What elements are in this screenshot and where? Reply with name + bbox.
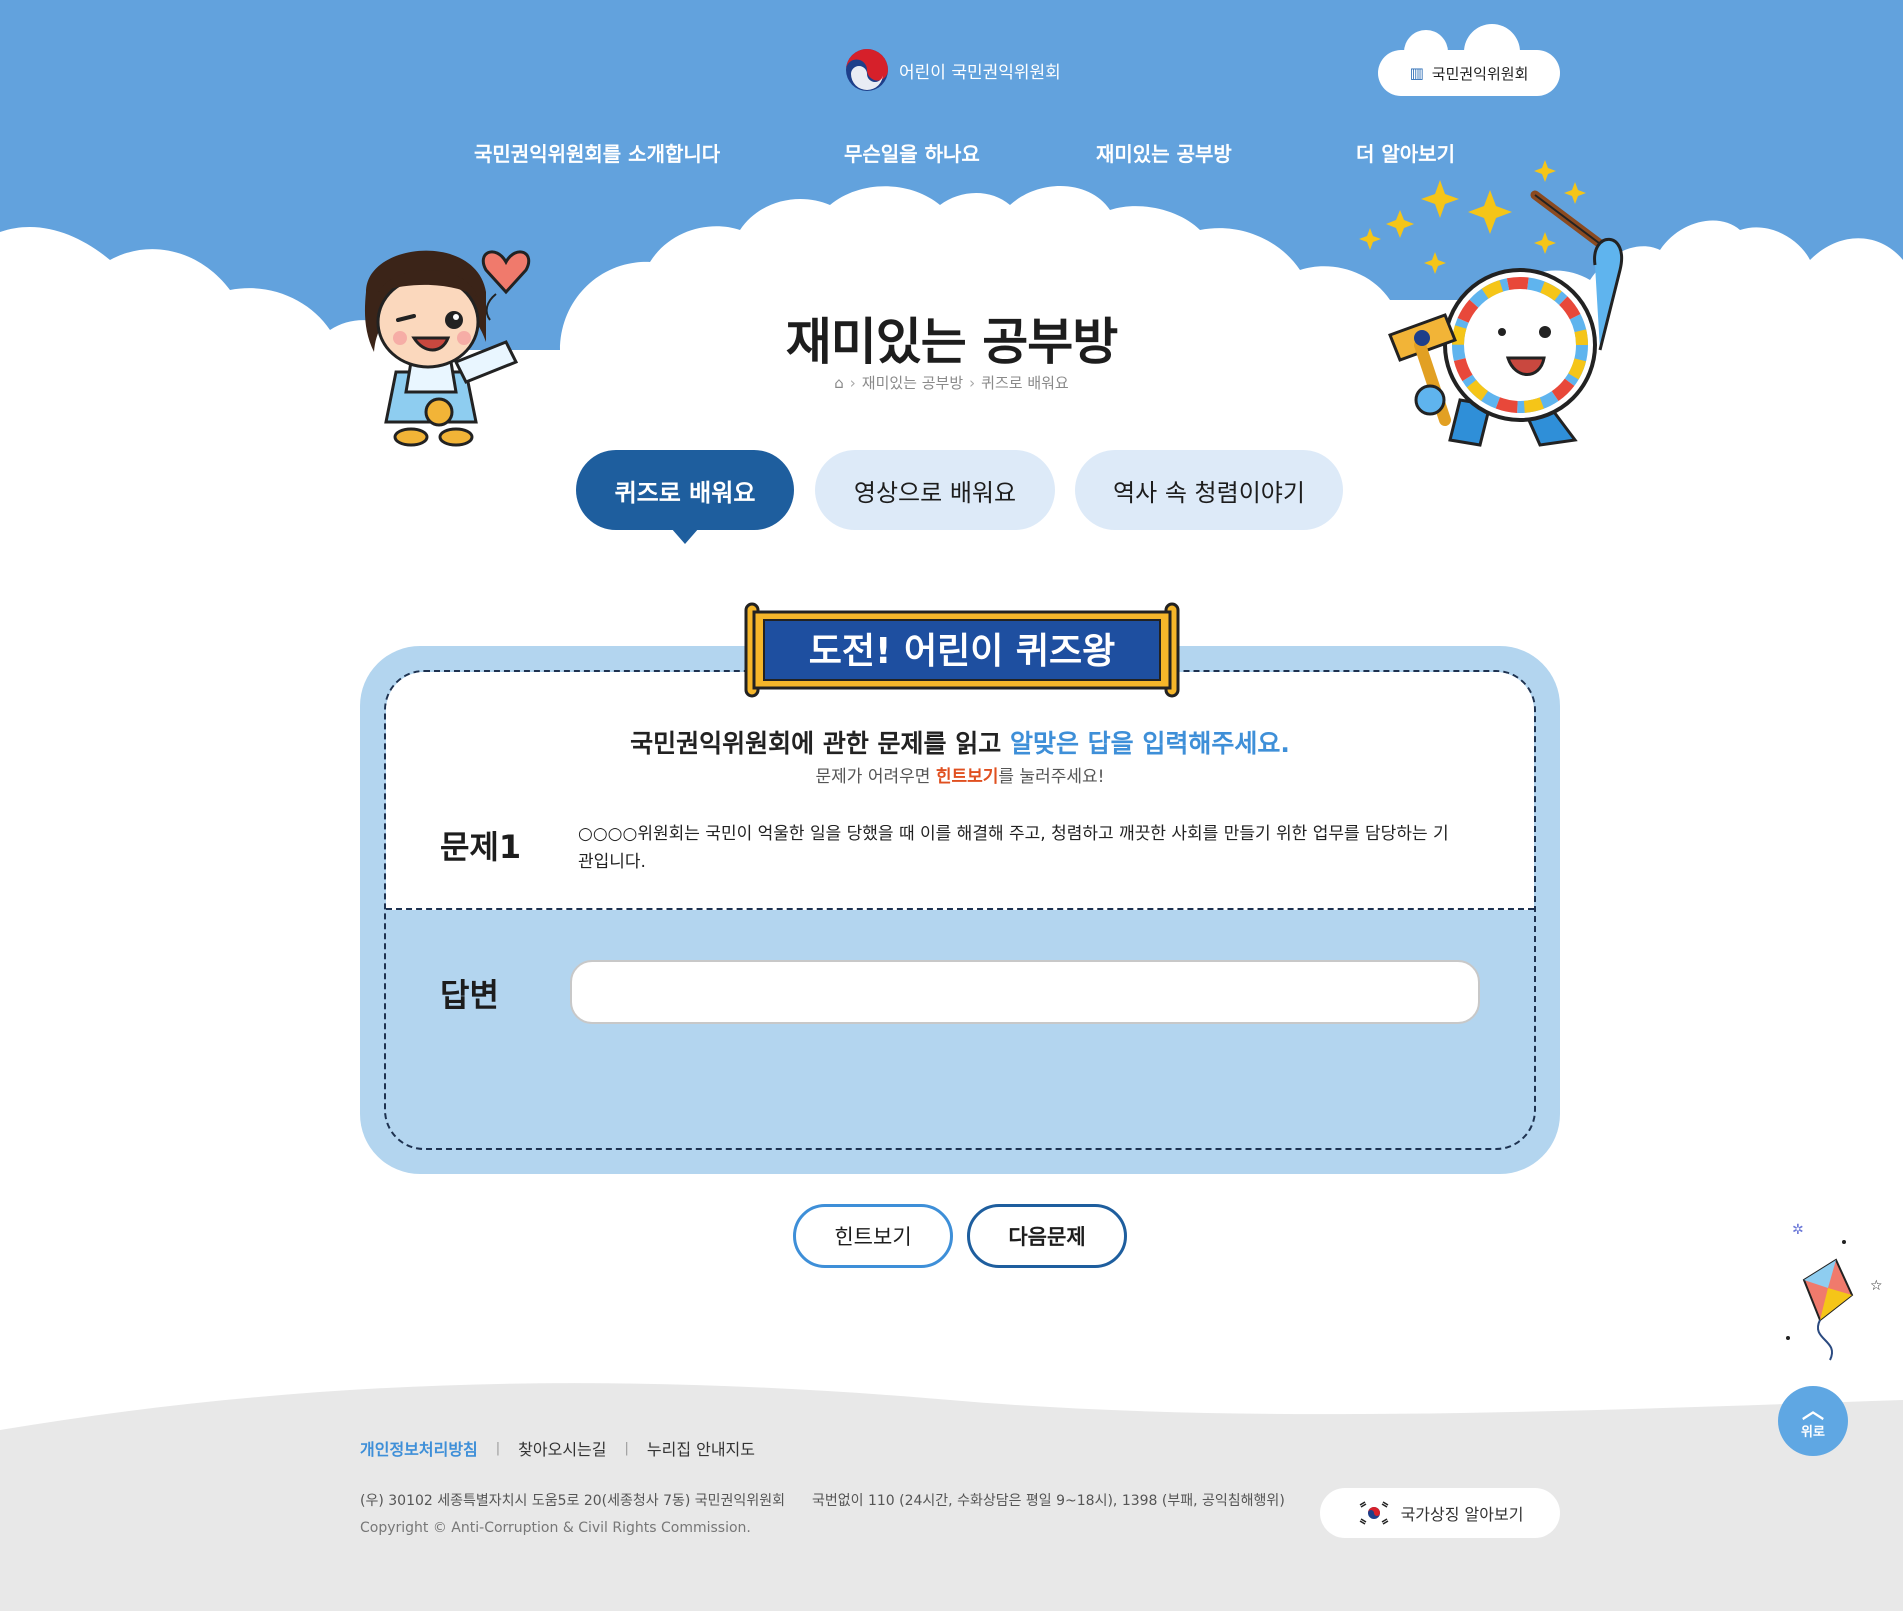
nav-item-what-we-do[interactable]: 무슨일을 하나요 xyxy=(844,138,980,167)
footer-address: (우) 30102 세종특별자치시 도움5로 20(세종청사 7동) 국민권익위… xyxy=(360,1493,785,1509)
footer-links: 개인정보처리방침 | 찾아오시는길 | 누리집 안내지도 xyxy=(360,1436,755,1460)
chevron-up-icon: ︿ xyxy=(1801,1398,1824,1424)
hint-instruction-before: 문제가 어려우면 xyxy=(815,767,936,787)
breadcrumb-item-quiz[interactable]: 퀴즈로 배워요 xyxy=(981,372,1069,393)
chevron-right-icon: › xyxy=(849,373,856,392)
quiz-panel: 국민권익위원회에 관한 문제를 읽고 알맞은 답을 입력해주세요. 문제가 어려… xyxy=(360,646,1560,1174)
quiz-king-banner: 도전! 어린이 퀴즈왕 xyxy=(744,602,1180,698)
breadcrumb: ⌂ › 재미있는 공부방 › 퀴즈로 배워요 xyxy=(0,372,1903,393)
banner-title: 도전! 어린이 퀴즈왕 xyxy=(809,631,1115,672)
hint-instructions: 문제가 어려우면 힌트보기를 눌러주세요! xyxy=(386,762,1534,787)
taegeuk-logo-icon xyxy=(846,49,888,91)
question-section: 국민권익위원회에 관한 문제를 읽고 알맞은 답을 입력해주세요. 문제가 어려… xyxy=(386,672,1534,910)
breadcrumb-item-study-room[interactable]: 재미있는 공부방 xyxy=(862,372,963,393)
quiz-inner-frame: 국민권익위원회에 관한 문제를 읽고 알맞은 답을 입력해주세요. 문제가 어려… xyxy=(384,670,1536,1150)
home-icon[interactable]: ⌂ xyxy=(834,374,844,392)
footer-background xyxy=(0,1383,1903,1611)
building-icon: ▥ xyxy=(1409,64,1424,82)
tab-quiz[interactable]: 퀴즈로 배워요 xyxy=(576,450,794,544)
kite-decoration-icon: ✲ ☆ xyxy=(1786,1222,1883,1361)
tab-history-stories[interactable]: 역사 속 청렴이야기 xyxy=(1075,450,1343,530)
footer-divider: | xyxy=(624,1440,629,1456)
svg-text:✲: ✲ xyxy=(1792,1222,1804,1238)
answer-input[interactable] xyxy=(570,960,1480,1024)
question-number: 문제1 xyxy=(440,828,522,866)
privacy-policy-link[interactable]: 개인정보처리방침 xyxy=(360,1436,478,1460)
scroll-top-label: 위로 xyxy=(1801,1424,1825,1440)
hint-instruction-highlight: 힌트보기 xyxy=(935,767,999,787)
sitemap-link[interactable]: 누리집 안내지도 xyxy=(647,1436,755,1460)
hint-button[interactable]: 힌트보기 xyxy=(793,1204,953,1268)
directions-link[interactable]: 찾아오시는길 xyxy=(518,1436,606,1460)
question-text: ○○○○위원회는 국민이 억울한 일을 당했을 때 이를 해결해 주고, 청렴하… xyxy=(578,824,1449,872)
national-symbol-label: 국가상징 알아보기 xyxy=(1400,1505,1524,1524)
hint-instruction-after: 를 눌러주세요! xyxy=(998,767,1105,787)
quiz-instructions: 국민권익위원회에 관한 문제를 읽고 알맞은 답을 입력해주세요. xyxy=(386,724,1534,760)
page-title: 재미있는 공부방 xyxy=(785,313,1118,371)
site-logo[interactable]: 어린이 국민권익위원회 xyxy=(845,48,1061,92)
nav-item-study-room[interactable]: 재미있는 공부방 xyxy=(1096,138,1232,167)
tab-video[interactable]: 영상으로 배워요 xyxy=(815,450,1055,530)
site-link-label: 국민권익위원회 xyxy=(1431,64,1529,83)
next-question-button[interactable]: 다음문제 xyxy=(967,1204,1127,1268)
korean-flag-icon xyxy=(1356,1501,1391,1525)
acrc-site-link[interactable]: ▥ 국민권익위원회 xyxy=(1378,24,1560,96)
sub-tabs: 퀴즈로 배워요 영상으로 배워요 역사 속 청렴이야기 xyxy=(0,450,1903,544)
svg-text:☆: ☆ xyxy=(1870,1278,1883,1294)
scroll-top-button[interactable]: ︿ 위로 xyxy=(1778,1386,1848,1456)
footer-copyright: Copyright © Anti-Corruption & Civil Righ… xyxy=(360,1520,751,1536)
nav-item-about[interactable]: 국민권익위원회를 소개합니다 xyxy=(474,138,720,167)
answer-label: 답변 xyxy=(440,976,499,1014)
chevron-right-icon: › xyxy=(969,373,976,392)
logo-text: 어린이 국민권익위원회 xyxy=(899,62,1061,83)
instruction-highlight: 알맞은 답을 입력해주세요. xyxy=(1009,729,1290,758)
instruction-text: 국민권익위원회에 관한 문제를 읽고 xyxy=(630,729,1010,758)
footer-phone: 국번없이 110 (24시간, 수화상담은 평일 9~18시), 1398 (부… xyxy=(812,1493,1285,1509)
footer-divider: | xyxy=(495,1440,501,1456)
national-symbol-button[interactable]: 국가상징 알아보기 xyxy=(1320,1488,1560,1538)
